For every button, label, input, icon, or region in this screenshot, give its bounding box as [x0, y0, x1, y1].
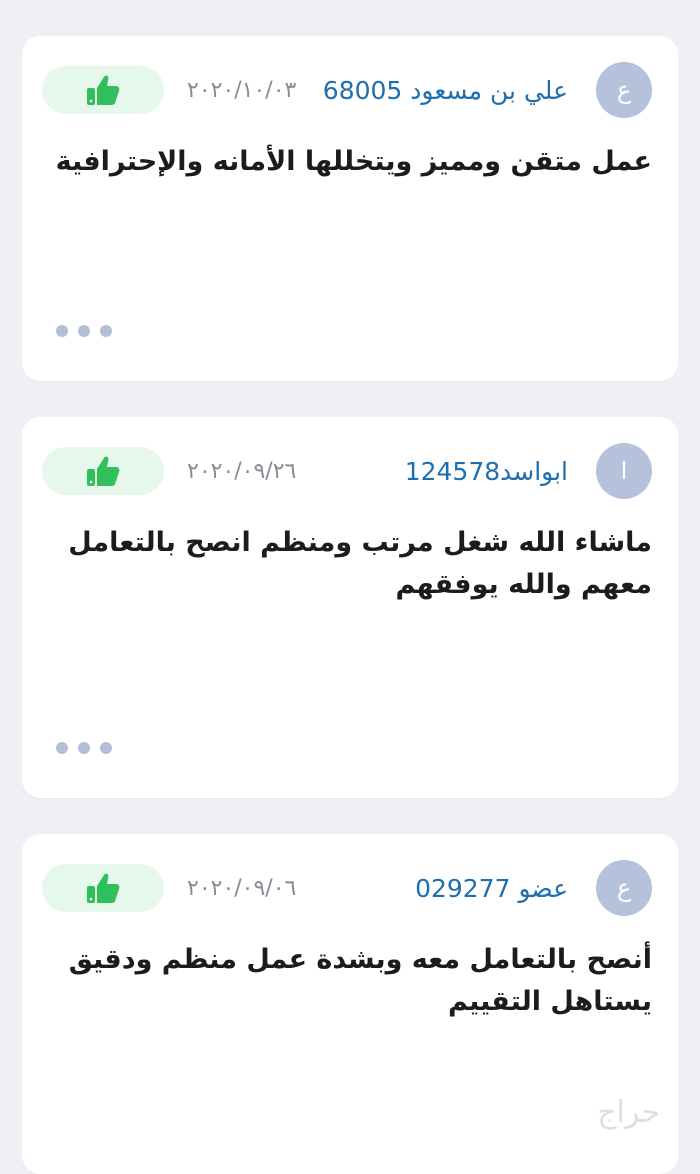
review-text: ماشاء الله شغل مرتب ومنظم انصح بالتعامل … — [68, 527, 652, 600]
review-card: ع عضو 029277 ٢٠٢٠/٠٩/٠٦ أنصح بالتعامل مع… — [22, 834, 678, 1174]
dot — [100, 325, 112, 337]
more-dots-icon[interactable] — [56, 742, 112, 754]
review-date: ٢٠٢٠/٠٩/٠٦ — [187, 876, 297, 901]
reviewer-username[interactable]: علي بن مسعود 68005 — [323, 76, 568, 105]
review-text: عمل متقن ومميز ويتخللها الأمانه والإحترا… — [55, 146, 652, 177]
dot — [56, 325, 68, 337]
review-card: ا ابواسد124578 ٢٠٢٠/٠٩/٢٦ ماشاء الله شغل… — [22, 417, 678, 798]
review-date: ٢٠٢٠/١٠/٠٣ — [187, 78, 297, 103]
like-badge[interactable] — [42, 864, 164, 912]
review-text: أنصح بالتعامل معه وبشدة عمل منظم ودقيق ي… — [68, 944, 652, 1017]
user-avatar[interactable]: ع — [596, 62, 652, 118]
reviewer-username[interactable]: ابواسد124578 — [405, 457, 568, 486]
thumbs-up-icon — [87, 75, 120, 105]
review-date: ٢٠٢٠/٠٩/٢٦ — [187, 459, 297, 484]
dot — [100, 742, 112, 754]
like-badge[interactable] — [42, 447, 164, 495]
thumbs-up-icon — [87, 456, 120, 486]
thumbs-up-icon — [87, 873, 120, 903]
haraj-watermark: حراج — [597, 1095, 660, 1130]
review-card: ع علي بن مسعود 68005 ٢٠٢٠/١٠/٠٣ عمل متقن… — [22, 36, 678, 381]
dot — [78, 742, 90, 754]
user-avatar[interactable]: ا — [596, 443, 652, 499]
dot — [78, 325, 90, 337]
user-avatar[interactable]: ع — [596, 860, 652, 916]
dot — [56, 742, 68, 754]
more-dots-icon[interactable] — [56, 325, 112, 337]
like-badge[interactable] — [42, 66, 164, 114]
reviewer-username[interactable]: عضو 029277 — [415, 874, 568, 903]
